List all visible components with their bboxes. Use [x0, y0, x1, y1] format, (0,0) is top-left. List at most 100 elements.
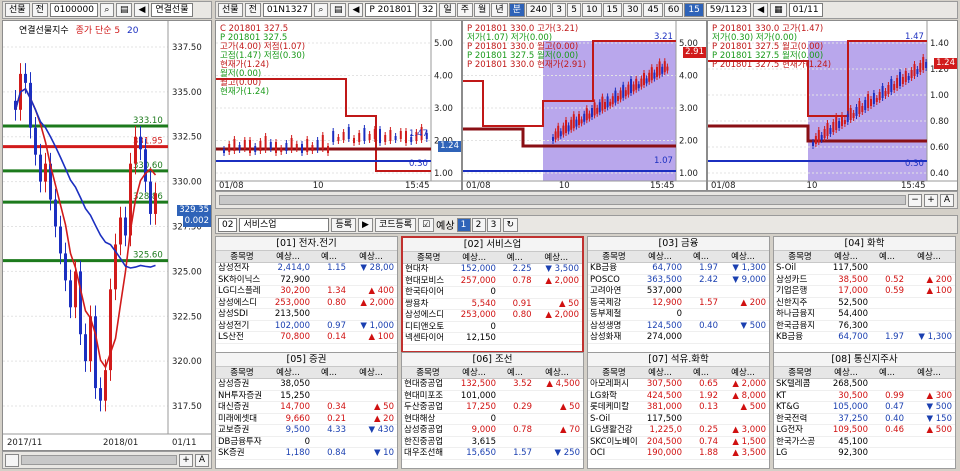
table-row[interactable]: 롯데케미칼 381,000 0.13 ▲ 500 [588, 402, 769, 414]
header-cell[interactable]: 예... [498, 252, 534, 263]
sector-panel-2[interactable]: [02] 서비스업 종목명 예상... 예... 예상... 현대차 152,000 2.25… [401, 236, 584, 353]
table-row[interactable]: 한국전력 37,250 0.40 ▼ 150 [774, 414, 955, 425]
table-row[interactable]: 대신증권 14,700 0.34 ▲ 50 [216, 402, 397, 414]
option-mode-select[interactable]: 선물 [218, 3, 243, 17]
period-button-13[interactable]: 15 [684, 3, 704, 17]
option-zoom-out-icon[interactable]: − [908, 193, 922, 207]
table-row[interactable]: SK증권 1,180 0.84 ▼ 10 [216, 448, 397, 460]
table-row[interactable]: 삼성에스디 253,000 0.80 ▲ 2,000 [216, 298, 397, 309]
header-cell[interactable]: 예상... [638, 367, 684, 378]
header-cell[interactable]: 예상... [348, 367, 397, 378]
zoom-in-icon[interactable]: + [179, 453, 193, 467]
period-button-4[interactable]: 분 [508, 3, 525, 17]
header-cell[interactable]: 종목명 [216, 367, 266, 378]
chart-icon[interactable]: ▤ [115, 3, 133, 17]
header-cell[interactable]: 예상... [638, 251, 684, 262]
sector-panel-1[interactable]: [01] 전자.전기 종목명 예상... 예... 예상... 삼성전자 2,414,0 1.… [215, 236, 398, 353]
page-button-3[interactable]: 3 [486, 217, 501, 232]
header-cell[interactable]: 종목명 [402, 367, 452, 378]
option-jeon-button[interactable]: 전 [244, 3, 261, 17]
combo-select[interactable]: 연결선물 [151, 3, 193, 17]
jeon-button[interactable]: 전 [31, 3, 48, 17]
period-button-1[interactable]: 주 [456, 3, 474, 17]
period-button-3[interactable]: 년 [491, 3, 508, 17]
sector-panel-7[interactable]: [07] 석유.화학 종목명 예상... 예... 예상... 아모레퍼시 307,500 0… [587, 352, 770, 469]
page-button-1[interactable]: 1 [456, 217, 471, 232]
period-button-0[interactable]: 일 [439, 3, 456, 17]
header-cell[interactable]: 예상... [824, 251, 870, 262]
sector-panel-3[interactable]: [03] 금융 종목명 예상... 예... 예상... KB금융 64,700 1.97 ▼ … [587, 236, 770, 353]
font-icon[interactable]: A [195, 453, 209, 467]
period-button-11[interactable]: 45 [643, 3, 663, 17]
speaker-icon[interactable]: ◀ [134, 3, 150, 17]
period-button-12[interactable]: 60 [663, 3, 684, 17]
header-cell[interactable]: 예상... [452, 367, 498, 378]
header-cell[interactable]: 종목명 [216, 251, 266, 262]
prev-icon[interactable]: ◀ [753, 3, 769, 17]
sector-panel-6[interactable]: [06] 조선 종목명 예상... 예... 예상... 현대중공업 132,500 3.52… [401, 352, 584, 469]
table-row[interactable]: 대우조선해 15,650 1.57 ▼ 250 [402, 448, 583, 460]
header-cell[interactable]: 예상... [906, 251, 955, 262]
code-reg-button[interactable]: 코드등록 [374, 217, 417, 232]
header-cell[interactable]: 예... [684, 367, 720, 378]
header-cell[interactable]: 예상... [452, 252, 497, 263]
sector-num[interactable]: 02 [218, 217, 238, 232]
table-row[interactable]: S-Oil 117,500 [774, 263, 955, 275]
code-input[interactable]: 0100000 [49, 3, 98, 17]
period-button-10[interactable]: 30 [622, 3, 643, 17]
table-row[interactable]: 한국금융지 76,300 [774, 321, 955, 332]
table-row[interactable]: 두산중공업 17,250 0.29 ▲ 50 [402, 402, 583, 414]
option-scrollbar[interactable] [219, 195, 906, 205]
option-search-icon[interactable]: ⌕ [313, 3, 328, 17]
period-button-2[interactable]: 월 [474, 3, 491, 17]
sector-reg-button[interactable]: 등록 [331, 217, 357, 232]
sector-name-select[interactable]: 서비스업 [239, 217, 330, 232]
header-cell[interactable]: 종목명 [588, 367, 638, 378]
option-zoom-in-icon[interactable]: + [924, 193, 938, 207]
table-row[interactable]: 고려아연 537,000 [588, 286, 769, 298]
header-cell[interactable]: 예상... [534, 252, 582, 263]
date-field[interactable]: 01/11 [788, 3, 823, 17]
table-row[interactable]: 삼성중공업 9,000 0.78 ▲ 70 [402, 425, 583, 437]
period-button-6[interactable]: 3 [552, 3, 567, 17]
table-row[interactable]: SK텔레콤 268,500 [774, 379, 955, 391]
table-row[interactable]: 쌍용차 5,540 0.91 ▲ 50 [403, 299, 582, 310]
table-row[interactable]: 기업은행 17,000 0.59 ▲ 100 [774, 286, 955, 298]
table-row[interactable]: 현대미포조 101,000 [402, 391, 583, 402]
table-row[interactable]: KT 30,500 0.99 ▲ 300 [774, 391, 955, 402]
header-cell[interactable]: 예... [312, 367, 348, 378]
table-row[interactable]: 미래에셋대 9,660 0.21 ▲ 20 [216, 414, 397, 425]
table-row[interactable]: 한국가스공 45,100 [774, 437, 955, 448]
header-cell[interactable]: 예상... [266, 251, 312, 262]
table-row[interactable]: 한진중공업 3,615 [402, 437, 583, 448]
table-row[interactable]: 한국타이어 0 [403, 287, 582, 299]
table-row[interactable]: 신한지주 52,500 [774, 298, 955, 309]
option-num[interactable]: 32 [418, 3, 438, 17]
table-row[interactable]: 동부제철 0 [588, 309, 769, 321]
table-row[interactable]: DB금융투자 0 [216, 437, 397, 448]
search-icon[interactable]: ⌕ [99, 3, 114, 17]
header-cell[interactable]: 종목명 [588, 251, 638, 262]
table-row[interactable]: 현대중공업 132,500 3.52 ▲ 4,500 [402, 379, 583, 391]
page-button-2[interactable]: 2 [471, 217, 486, 232]
table-row[interactable]: 교보증권 9,500 4.33 ▼ 430 [216, 425, 397, 437]
sector-play-icon[interactable]: ▶ [358, 217, 373, 232]
header-cell[interactable]: 예... [870, 367, 906, 378]
table-row[interactable]: LG전자 109,500 0.46 ▲ 500 [774, 425, 955, 437]
mode-select[interactable]: 선물 [5, 3, 30, 17]
sector-panel-4[interactable]: [04] 화학 종목명 예상... 예... 예상... S-Oil 117,500 삼성카드… [773, 236, 956, 353]
table-row[interactable]: 디티앤오토 0 [403, 322, 582, 333]
table-row[interactable]: 넥센타이어 12,150 [403, 333, 582, 345]
header-cell[interactable]: 예상... [720, 251, 769, 262]
table-row[interactable]: POSCO 363,500 2.42 ▼ 9,000 [588, 275, 769, 286]
table-row[interactable]: 동국제강 12,900 1.57 ▲ 200 [588, 298, 769, 309]
option-speaker-icon[interactable]: ◀ [348, 3, 364, 17]
refresh-icon[interactable]: ↻ [502, 217, 519, 232]
pre-checkbox-icon[interactable]: ☑ [418, 217, 435, 232]
scroll-left-icon[interactable] [5, 453, 19, 467]
header-cell[interactable]: 예... [870, 251, 906, 262]
table-row[interactable]: KB금융 64,700 1.97 ▼ 1,300 [774, 332, 955, 344]
table-row[interactable]: S-Oil 117,500 [588, 414, 769, 425]
header-cell[interactable]: 예... [684, 251, 720, 262]
table-row[interactable]: NH투자증권 15,250 [216, 391, 397, 402]
